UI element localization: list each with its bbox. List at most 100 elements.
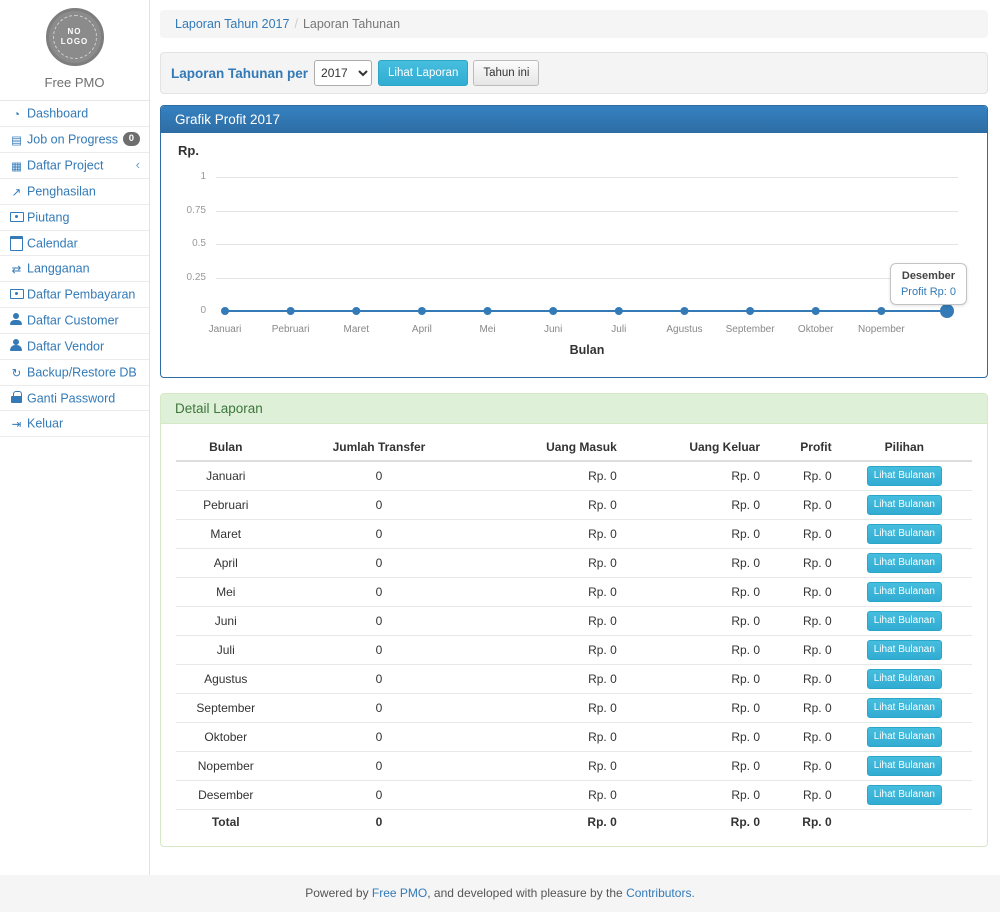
lihat-bulanan-button[interactable]: Lihat Bulanan <box>867 582 942 602</box>
cell-jumlah: 0 <box>276 549 483 578</box>
sidebar-item-calendar[interactable]: Calendar <box>0 231 149 257</box>
lihat-bulanan-button[interactable]: Lihat Bulanan <box>867 698 942 718</box>
chart-gridline <box>216 278 958 279</box>
detail-panel-body: BulanJumlah TransferUang MasukUang Kelua… <box>161 424 987 846</box>
chart-data-point[interactable] <box>812 307 820 315</box>
lihat-bulanan-button[interactable]: Lihat Bulanan <box>867 669 942 689</box>
cell-masuk: Rp. 0 <box>482 752 621 781</box>
table-row: Oktober0Rp. 0Rp. 0Rp. 0Lihat Bulanan <box>176 723 972 752</box>
sidebar-item-piutang[interactable]: Piutang <box>0 205 149 231</box>
sidebar-item-daftar-project[interactable]: ▦‹Daftar Project <box>0 153 149 179</box>
breadcrumb: Laporan Tahun 2017/Laporan Tahunan <box>160 10 988 38</box>
lihat-bulanan-button[interactable]: Lihat Bulanan <box>867 640 942 660</box>
lihat-bulanan-button[interactable]: Lihat Bulanan <box>867 785 942 805</box>
profit-line-chart: Rp. Desember Profit Rp: 0 10.750.50.250J… <box>176 143 972 365</box>
sidebar-item-label: Daftar Project <box>27 159 103 173</box>
chart-data-point[interactable] <box>287 307 295 315</box>
table-row: September0Rp. 0Rp. 0Rp. 0Lihat Bulanan <box>176 694 972 723</box>
footer-text-middle: , and developed with pleasure by the <box>427 886 626 900</box>
x-axis-label: Januari <box>209 324 242 335</box>
sidebar-item-ganti-password[interactable]: Ganti Password <box>0 386 149 412</box>
breadcrumb-link-laporan-tahun[interactable]: Laporan Tahun 2017 <box>175 17 289 31</box>
cell-masuk: Rp. 0 <box>482 607 621 636</box>
cell-pilihan: Lihat Bulanan <box>837 549 972 578</box>
cell-jumlah: 0 <box>276 461 483 491</box>
contributors-link[interactable]: Contributors. <box>626 886 695 900</box>
sidebar-item-label: Keluar <box>27 417 63 431</box>
current-year-button[interactable]: Tahun ini <box>473 60 539 86</box>
chart-data-point[interactable] <box>877 307 885 315</box>
cell-jumlah: 0 <box>276 810 483 834</box>
app-logo-link[interactable]: NO LOGO Free PMO <box>0 0 149 101</box>
table-row: Maret0Rp. 0Rp. 0Rp. 0Lihat Bulanan <box>176 520 972 549</box>
cell-keluar: Rp. 0 <box>622 549 765 578</box>
sidebar-item-backup-restore-db[interactable]: ↻Backup/Restore DB <box>0 360 149 386</box>
breadcrumb-current: Laporan Tahunan <box>303 17 400 31</box>
cell-pilihan <box>837 810 972 834</box>
sidebar-item-job-on-progress[interactable]: ▤0Job on Progress <box>0 127 149 153</box>
cell-keluar: Rp. 0 <box>622 607 765 636</box>
cell-jumlah: 0 <box>276 607 483 636</box>
table-row: April0Rp. 0Rp. 0Rp. 0Lihat Bulanan <box>176 549 972 578</box>
chart-data-point[interactable] <box>746 307 754 315</box>
sidebar-item-dashboard[interactable]: ◔Dashboard <box>0 101 149 127</box>
sign-out-icon: ⇥ <box>9 419 24 431</box>
sidebar-item-daftar-pembayaran[interactable]: Daftar Pembayaran <box>0 282 149 308</box>
table-row: Januari0Rp. 0Rp. 0Rp. 0Lihat Bulanan <box>176 461 972 491</box>
chart-line-series[interactable] <box>216 299 958 323</box>
cell-masuk: Rp. 0 <box>482 723 621 752</box>
table-row: Juli0Rp. 0Rp. 0Rp. 0Lihat Bulanan <box>176 636 972 665</box>
chart-data-point[interactable] <box>352 307 360 315</box>
cell-profit: Rp. 0 <box>765 491 837 520</box>
lihat-bulanan-button[interactable]: Lihat Bulanan <box>867 756 942 776</box>
sidebar-item-label: Backup/Restore DB <box>27 365 137 379</box>
lihat-bulanan-button[interactable]: Lihat Bulanan <box>867 553 942 573</box>
y-axis-title: Rp. <box>178 143 199 158</box>
chart-data-point[interactable] <box>484 307 492 315</box>
cell-keluar: Rp. 0 <box>622 723 765 752</box>
x-axis-label: Juni <box>544 324 562 335</box>
sidebar-item-penghasilan[interactable]: ↗Penghasilan <box>0 179 149 205</box>
cell-bulan: Januari <box>176 461 276 491</box>
cell-jumlah: 0 <box>276 520 483 549</box>
sidebar-item-daftar-vendor[interactable]: Daftar Vendor <box>0 334 149 360</box>
chart-data-point[interactable] <box>549 307 557 315</box>
cell-bulan: Juni <box>176 607 276 636</box>
chart-data-point-active[interactable] <box>940 304 954 318</box>
cell-profit: Rp. 0 <box>765 723 837 752</box>
cell-pilihan: Lihat Bulanan <box>837 607 972 636</box>
sidebar-item-daftar-customer[interactable]: Daftar Customer <box>0 308 149 334</box>
sidebar-item-langganan[interactable]: ⇄Langganan <box>0 256 149 282</box>
lihat-bulanan-button[interactable]: Lihat Bulanan <box>867 727 942 747</box>
y-tick-label: 1 <box>176 171 206 183</box>
chart-data-point[interactable] <box>221 307 229 315</box>
year-select[interactable]: 2017 <box>314 60 372 86</box>
money-icon <box>9 287 24 299</box>
chart-data-point[interactable] <box>680 307 688 315</box>
free-pmo-link[interactable]: Free PMO <box>372 886 427 900</box>
cell-profit: Rp. 0 <box>765 549 837 578</box>
table-row: Agustus0Rp. 0Rp. 0Rp. 0Lihat Bulanan <box>176 665 972 694</box>
y-tick-label: 0 <box>176 305 206 317</box>
sidebar-item-keluar[interactable]: ⇥Keluar <box>0 411 149 437</box>
app-window: NO LOGO Free PMO ◔Dashboard▤0Job on Prog… <box>0 0 1000 875</box>
chart-tooltip: Desember Profit Rp: 0 <box>890 263 967 305</box>
lihat-bulanan-button[interactable]: Lihat Bulanan <box>867 524 942 544</box>
view-report-button[interactable]: Lihat Laporan <box>378 60 468 86</box>
cell-keluar: Rp. 0 <box>622 694 765 723</box>
lihat-bulanan-button[interactable]: Lihat Bulanan <box>867 611 942 631</box>
lihat-bulanan-button[interactable]: Lihat Bulanan <box>867 495 942 515</box>
x-axis-label: Maret <box>343 324 369 335</box>
chart-data-point[interactable] <box>615 307 623 315</box>
brand-name: Free PMO <box>0 75 149 90</box>
chart-data-point[interactable] <box>418 307 426 315</box>
cell-profit: Rp. 0 <box>765 607 837 636</box>
lihat-bulanan-button[interactable]: Lihat Bulanan <box>867 466 942 486</box>
sidebar-item-label: Penghasilan <box>27 185 96 199</box>
cell-keluar: Rp. 0 <box>622 752 765 781</box>
cell-keluar: Rp. 0 <box>622 491 765 520</box>
cell-masuk: Rp. 0 <box>482 578 621 607</box>
cell-profit: Rp. 0 <box>765 578 837 607</box>
cell-pilihan: Lihat Bulanan <box>837 520 972 549</box>
tachometer-icon: ◔ <box>9 109 24 121</box>
